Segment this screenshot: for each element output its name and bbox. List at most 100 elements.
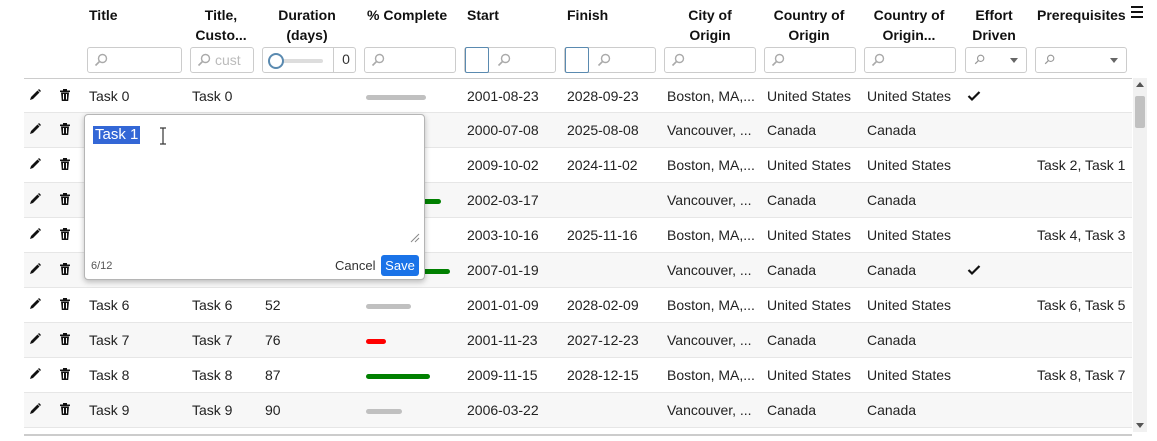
filter-start[interactable]	[464, 47, 556, 73]
trash-icon[interactable]	[58, 367, 72, 381]
edit-icon[interactable]	[28, 157, 42, 171]
filter-effort-driven-select[interactable]	[965, 47, 1027, 73]
cell-title2[interactable]: Task 9	[192, 402, 232, 418]
cell-city[interactable]: Vancouver, ...	[667, 402, 752, 418]
cell-country2[interactable]: United States	[867, 227, 951, 243]
cell-city[interactable]: Vancouver, ...	[667, 262, 752, 278]
cell-city[interactable]: Boston, MA,...	[667, 297, 755, 313]
cell-country2[interactable]: Canada	[867, 262, 916, 278]
filter-finish[interactable]	[564, 47, 656, 73]
edit-icon[interactable]	[28, 227, 42, 241]
cell-country2[interactable]: United States	[867, 367, 951, 383]
cell-country[interactable]: Canada	[767, 332, 816, 348]
cell-finish[interactable]: 2028-12-15	[567, 367, 639, 383]
column-header-country[interactable]: Country of Origin	[770, 5, 848, 45]
cell-city[interactable]: Vancouver, ...	[667, 122, 752, 138]
slider-handle[interactable]	[268, 53, 284, 69]
cell-country[interactable]: United States	[767, 157, 851, 173]
cell-start[interactable]: 2002-03-17	[467, 192, 539, 208]
cell-country2[interactable]: Canada	[867, 402, 916, 418]
column-header-duration[interactable]: Duration (days)	[270, 5, 344, 45]
cell-prereq[interactable]: Task 6, Task 5	[1037, 297, 1125, 313]
scroll-up-icon[interactable]	[1136, 82, 1144, 87]
cell-duration[interactable]: 87	[265, 367, 281, 383]
filter-country-2[interactable]	[864, 47, 956, 73]
edit-icon[interactable]	[28, 88, 42, 102]
scrollbar-thumb[interactable]	[1135, 96, 1145, 128]
column-menu-icon[interactable]	[1131, 6, 1143, 21]
cell-city[interactable]: Boston, MA,...	[667, 227, 755, 243]
cell-city[interactable]: Boston, MA,...	[667, 88, 755, 104]
cell-country[interactable]: United States	[767, 367, 851, 383]
cell-finish[interactable]: 2028-09-23	[567, 88, 639, 104]
cell-country2[interactable]: United States	[867, 88, 951, 104]
cell-finish[interactable]: 2024-11-02	[567, 157, 638, 173]
cell-country[interactable]: United States	[767, 88, 851, 104]
trash-icon[interactable]	[58, 402, 72, 416]
resize-handle-icon[interactable]	[408, 231, 420, 243]
cell-country[interactable]: Canada	[767, 192, 816, 208]
cell-title[interactable]: Task 8	[89, 367, 129, 383]
cell-prereq[interactable]: Task 4, Task 3	[1037, 227, 1125, 243]
editor-textarea[interactable]: Task 1	[85, 115, 424, 245]
cell-country2[interactable]: United States	[867, 157, 951, 173]
cell-prereq[interactable]: Task 8, Task 7	[1037, 367, 1125, 383]
cell-finish[interactable]: 2027-12-23	[567, 332, 639, 348]
cell-country[interactable]: Canada	[767, 122, 816, 138]
edit-icon[interactable]	[28, 332, 42, 346]
table-row[interactable]: Task 9 Task 9 90 2006-03-22 Vancouver, ... Ca…	[24, 393, 1132, 428]
cell-country[interactable]: Canada	[767, 402, 816, 418]
filter-title[interactable]	[87, 47, 182, 73]
column-header-city[interactable]: City of Origin	[670, 5, 750, 45]
column-header-start[interactable]: Start	[467, 5, 499, 25]
cell-country2[interactable]: Canada	[867, 192, 916, 208]
filter-percent-complete[interactable]	[364, 47, 456, 73]
cell-start[interactable]: 2001-11-23	[467, 332, 538, 348]
cell-start[interactable]: 2009-10-02	[467, 157, 539, 173]
date-picker-button[interactable]	[465, 47, 489, 73]
column-header-finish[interactable]: Finish	[567, 5, 608, 25]
cell-duration[interactable]: 52	[265, 297, 281, 313]
edit-icon[interactable]	[28, 262, 42, 276]
cell-start[interactable]: 2007-01-19	[467, 262, 539, 278]
cell-country[interactable]: United States	[767, 227, 851, 243]
cell-start[interactable]: 2001-08-23	[467, 88, 539, 104]
cell-title2[interactable]: Task 8	[192, 367, 232, 383]
trash-icon[interactable]	[58, 262, 72, 276]
vertical-scrollbar[interactable]	[1133, 78, 1147, 432]
cell-country[interactable]: Canada	[767, 262, 816, 278]
filter-prerequisites-select[interactable]	[1035, 47, 1127, 73]
table-row[interactable]: Task 0 Task 0 2001-08-23 2028-09-23 Boston, …	[24, 78, 1132, 113]
cell-city[interactable]: Vancouver, ...	[667, 332, 752, 348]
cell-country2[interactable]: Canada	[867, 332, 916, 348]
cell-title2[interactable]: Task 6	[192, 297, 232, 313]
cell-duration[interactable]: 76	[265, 332, 281, 348]
date-picker-button[interactable]	[565, 47, 589, 73]
cell-country[interactable]: United States	[767, 297, 851, 313]
trash-icon[interactable]	[58, 192, 72, 206]
edit-icon[interactable]	[28, 367, 42, 381]
scroll-down-icon[interactable]	[1136, 423, 1144, 428]
trash-icon[interactable]	[58, 157, 72, 171]
cell-title2[interactable]: Task 0	[192, 88, 232, 104]
filter-country[interactable]	[764, 47, 856, 73]
edit-icon[interactable]	[28, 402, 42, 416]
cell-start[interactable]: 2003-10-16	[467, 227, 539, 243]
cell-country2[interactable]: United States	[867, 297, 951, 313]
column-header-percent-complete[interactable]: % Complete	[367, 5, 447, 25]
cell-title[interactable]: Task 0	[89, 88, 129, 104]
filter-city[interactable]	[664, 47, 756, 73]
column-header-effort-driven[interactable]: Effort Driven	[970, 5, 1018, 45]
cell-finish[interactable]: 2028-02-09	[567, 297, 639, 313]
cell-city[interactable]: Boston, MA,...	[667, 367, 755, 383]
cell-start[interactable]: 2009-11-15	[467, 367, 538, 383]
table-row[interactable]: Task 6 Task 6 52 2001-01-09 2028-02-09 Boston…	[24, 288, 1132, 323]
column-header-title[interactable]: Title	[89, 5, 118, 25]
edit-icon[interactable]	[28, 192, 42, 206]
column-header-country-2[interactable]: Country of Origin...	[868, 5, 950, 45]
column-header-prerequisites[interactable]: Prerequisites	[1037, 5, 1126, 25]
trash-icon[interactable]	[58, 122, 72, 136]
edit-icon[interactable]	[28, 122, 42, 136]
filter-title-custom[interactable]: cust	[190, 47, 254, 73]
cell-title2[interactable]: Task 7	[192, 332, 232, 348]
